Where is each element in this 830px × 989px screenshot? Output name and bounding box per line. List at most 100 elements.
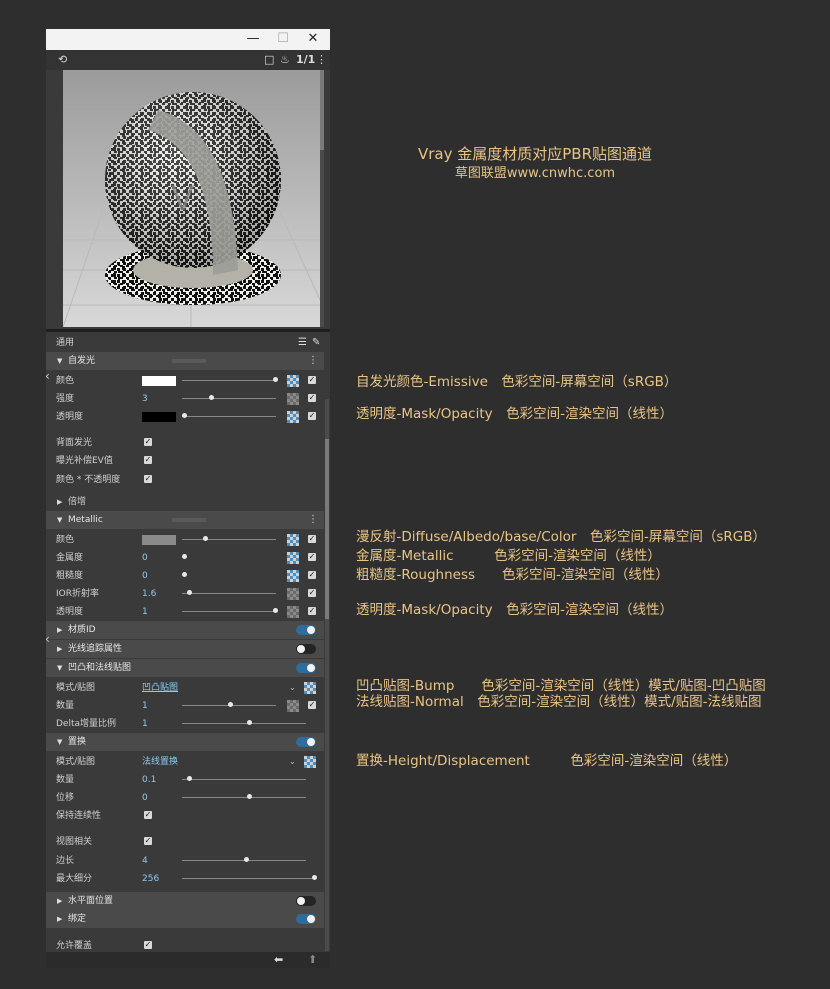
- texture-map-button[interactable]: [287, 411, 299, 423]
- emissive-color-checkbox[interactable]: ✓: [308, 376, 316, 384]
- texture-map-button[interactable]: [287, 570, 299, 582]
- emissive-opacity-slider[interactable]: [182, 416, 276, 417]
- texture-map-button[interactable]: [287, 700, 299, 712]
- displacement-amount-slider[interactable]: [182, 779, 306, 780]
- diffuse-color-checkbox[interactable]: ✓: [308, 535, 316, 543]
- slider-knob[interactable]: [187, 776, 192, 781]
- properties-scrollbar[interactable]: [325, 399, 329, 951]
- emissive-intensity-slider[interactable]: [182, 398, 276, 399]
- texture-map-button[interactable]: [287, 393, 299, 405]
- texture-map-button[interactable]: [287, 606, 299, 618]
- bump-delta-slider[interactable]: [182, 723, 306, 724]
- preview-scrollbar[interactable]: [320, 70, 324, 327]
- maximize-button[interactable]: ☐: [268, 29, 298, 50]
- texture-map-button[interactable]: [287, 534, 299, 546]
- metalness-checkbox[interactable]: ✓: [308, 553, 316, 561]
- texture-map-button[interactable]: [287, 588, 299, 600]
- section-binding[interactable]: ▶ 绑定: [46, 910, 324, 928]
- emissive-opacity-checkbox[interactable]: ✓: [308, 412, 316, 420]
- slider-knob[interactable]: [312, 875, 317, 880]
- roughness-value[interactable]: 0: [142, 567, 148, 585]
- section-material-id[interactable]: ▶ 材质ID: [46, 621, 324, 639]
- emissive-color-slider[interactable]: [182, 380, 276, 381]
- edge-length-value[interactable]: 4: [142, 852, 148, 870]
- water-level-toggle[interactable]: [296, 896, 316, 906]
- metallic-opacity-checkbox[interactable]: ✓: [308, 607, 316, 615]
- displacement-shift-slider[interactable]: [182, 797, 306, 798]
- section-menu-icon[interactable]: ⋮: [308, 511, 318, 529]
- bump-amount-checkbox[interactable]: ✓: [308, 701, 316, 709]
- slider-knob[interactable]: [182, 572, 187, 577]
- bump-delta-value[interactable]: 1: [142, 715, 148, 733]
- slider-knob[interactable]: [182, 413, 187, 418]
- section-bump-normal[interactable]: ▼ 凹凸和法线贴图: [46, 659, 324, 677]
- displacement-shift-value[interactable]: 0: [142, 789, 148, 807]
- texture-map-button[interactable]: [287, 375, 299, 387]
- chevron-left-icon[interactable]: ‹: [45, 632, 50, 646]
- slider-knob[interactable]: [182, 554, 187, 559]
- emissive-color-swatch[interactable]: [142, 376, 176, 386]
- emissive-intensity-checkbox[interactable]: ✓: [308, 394, 316, 402]
- metallic-opacity-slider[interactable]: [182, 611, 276, 612]
- binding-toggle[interactable]: [296, 914, 316, 924]
- more-options-icon[interactable]: ⋮: [316, 52, 327, 68]
- slider-knob[interactable]: [247, 794, 252, 799]
- slider-knob[interactable]: [247, 720, 252, 725]
- minimize-button[interactable]: —: [238, 29, 268, 50]
- slider-knob[interactable]: [228, 702, 233, 707]
- metallic-opacity-value[interactable]: 1: [142, 603, 148, 621]
- bump-mode-dropdown[interactable]: 凹凸贴图: [142, 679, 178, 697]
- up-arrow-icon[interactable]: ⬆: [308, 952, 317, 968]
- max-subdivs-slider[interactable]: [182, 878, 316, 879]
- color-times-opacity-checkbox[interactable]: ✓: [144, 475, 152, 483]
- section-emissive[interactable]: ▼ 自发光 ⋮: [46, 352, 324, 370]
- diffuse-color-slider[interactable]: [182, 539, 276, 540]
- material-id-toggle[interactable]: [296, 625, 316, 635]
- drag-handle[interactable]: [172, 359, 206, 363]
- chevron-down-icon[interactable]: ⌄: [289, 753, 296, 771]
- ior-value[interactable]: 1.6: [142, 585, 156, 603]
- raytrace-toggle[interactable]: [296, 644, 316, 654]
- diffuse-color-swatch[interactable]: [142, 535, 176, 545]
- slider-knob[interactable]: [203, 536, 208, 541]
- exposure-ev-checkbox[interactable]: ✓: [144, 456, 152, 464]
- render-counter[interactable]: 1/1: [296, 52, 315, 68]
- slider-knob[interactable]: [244, 857, 249, 862]
- metalness-value[interactable]: 0: [142, 549, 148, 567]
- allow-override-checkbox[interactable]: ✓: [144, 941, 152, 949]
- slider-knob[interactable]: [209, 395, 214, 400]
- section-water-level[interactable]: ▶ 水平面位置: [46, 892, 324, 910]
- chevron-left-icon[interactable]: ‹: [45, 369, 50, 383]
- slider-knob[interactable]: [273, 377, 278, 382]
- backside-emit-checkbox[interactable]: ✓: [144, 438, 152, 446]
- emissive-intensity-value[interactable]: 3: [142, 390, 148, 408]
- chevron-down-icon[interactable]: ⌄: [289, 679, 296, 697]
- displacement-amount-value[interactable]: 0.1: [142, 771, 156, 789]
- section-displacement[interactable]: ▼ 置换: [46, 733, 324, 751]
- emissive-opacity-swatch[interactable]: [142, 412, 176, 422]
- roughness-checkbox[interactable]: ✓: [308, 571, 316, 579]
- texture-map-button[interactable]: [304, 682, 316, 694]
- keep-continuity-checkbox[interactable]: ✓: [144, 811, 152, 819]
- texture-map-button[interactable]: [287, 552, 299, 564]
- bump-amount-value[interactable]: 1: [142, 697, 148, 715]
- displacement-mode-dropdown[interactable]: 法线置换: [142, 753, 178, 771]
- square-icon[interactable]: □: [264, 52, 274, 68]
- bump-toggle[interactable]: [296, 663, 316, 673]
- max-subdivs-value[interactable]: 256: [142, 870, 159, 888]
- section-raytrace[interactable]: ▶ 光线追踪属性: [46, 640, 324, 658]
- assign-material-icon[interactable]: ✎: [312, 334, 320, 352]
- back-arrow-icon[interactable]: ⬅: [274, 952, 283, 968]
- back-to-material-icon[interactable]: ⟲: [58, 52, 67, 68]
- ior-slider[interactable]: [182, 593, 276, 594]
- close-button[interactable]: ✕: [298, 29, 328, 50]
- ior-checkbox[interactable]: ✓: [308, 589, 316, 597]
- settings-sliders-icon[interactable]: ☰: [298, 334, 307, 352]
- displacement-toggle[interactable]: [296, 737, 316, 747]
- section-metallic[interactable]: ▼ Metallic ⋮: [46, 511, 324, 529]
- section-multiply[interactable]: ▶ 倍增: [46, 493, 324, 511]
- view-dependent-checkbox[interactable]: ✓: [144, 837, 152, 845]
- slider-knob[interactable]: [273, 608, 278, 613]
- section-menu-icon[interactable]: ⋮: [308, 352, 318, 370]
- texture-map-button[interactable]: [304, 756, 316, 768]
